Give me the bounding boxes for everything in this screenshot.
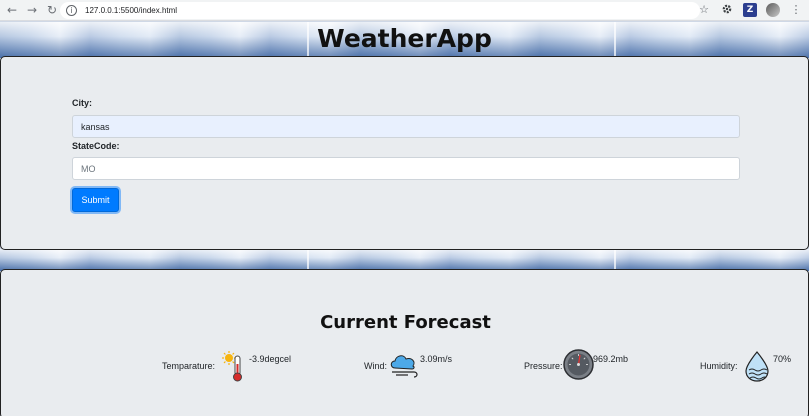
- extension-z-icon[interactable]: Z: [743, 3, 757, 17]
- forecast-card: Current Forecast Temparature: -3.9degcel…: [0, 269, 809, 416]
- search-form-card: City: StateCode: Submit: [0, 56, 809, 250]
- city-input[interactable]: [72, 115, 740, 138]
- pressure-value: 969.2mb: [593, 354, 629, 364]
- forecast-title: Current Forecast: [320, 312, 491, 333]
- state-code-input[interactable]: [72, 157, 740, 180]
- thermometer-sun-icon: [221, 350, 247, 387]
- back-icon[interactable]: ←: [4, 2, 20, 18]
- wind-label: Wind:: [364, 361, 388, 371]
- menu-icon[interactable]: ⋮: [789, 3, 803, 17]
- temperature-label: Temparature:: [162, 361, 216, 371]
- pressure-label: Pressure:: [524, 361, 563, 371]
- wind-cloud-icon: [388, 350, 422, 385]
- sky-background-middle: [0, 249, 809, 271]
- submit-button[interactable]: Submit: [72, 188, 119, 212]
- state-code-label: StateCode:: [72, 141, 120, 151]
- address-bar[interactable]: i 127.0.0.1:5500/index.html: [60, 2, 700, 19]
- humidity-label: Humidity:: [700, 361, 738, 371]
- city-label: City:: [72, 98, 92, 108]
- bookmark-star-icon[interactable]: ☆: [697, 3, 711, 17]
- info-icon[interactable]: i: [66, 5, 77, 16]
- humidity-drop-icon: [741, 350, 773, 387]
- humidity-value: 70%: [773, 354, 792, 364]
- page-title: WeatherApp: [317, 24, 492, 53]
- browser-toolbar: ← → ↻ i 127.0.0.1:5500/index.html ☆ Z ⋮: [0, 0, 809, 21]
- forward-icon[interactable]: →: [24, 2, 40, 18]
- pressure-gauge-icon: [563, 349, 594, 385]
- wind-value: 3.09m/s: [420, 354, 453, 364]
- temperature-value: -3.9degcel: [249, 354, 292, 364]
- profile-avatar[interactable]: [766, 3, 780, 17]
- extension-gear-icon[interactable]: [720, 3, 734, 17]
- url-text[interactable]: 127.0.0.1:5500/index.html: [85, 6, 177, 15]
- reload-icon[interactable]: ↻: [44, 2, 60, 18]
